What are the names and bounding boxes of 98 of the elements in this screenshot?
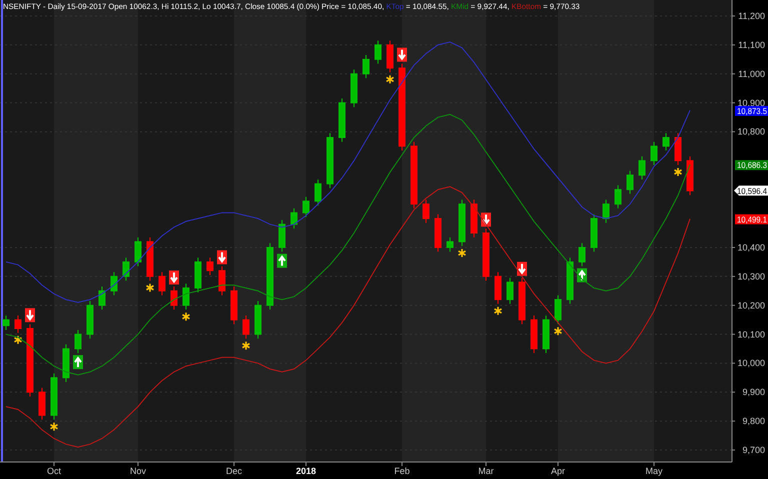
candlestick bbox=[350, 69, 358, 108]
candlestick bbox=[62, 344, 70, 383]
down-arrow-icon bbox=[169, 270, 179, 285]
candlestick bbox=[422, 199, 430, 224]
x-tick-label: Mar bbox=[478, 466, 494, 476]
y-tick-label: 10,900 bbox=[737, 98, 765, 108]
down-arrow-icon bbox=[25, 308, 35, 322]
x-tick-label: 2018 bbox=[296, 466, 316, 476]
candlestick bbox=[110, 272, 118, 296]
candlestick bbox=[362, 54, 370, 79]
up-arrow-icon bbox=[73, 355, 83, 370]
y-tick-label: 10,200 bbox=[737, 300, 765, 310]
candlestick bbox=[542, 314, 550, 354]
candlestick bbox=[386, 40, 394, 73]
x-tick-label: Dec bbox=[226, 466, 242, 476]
y-tick-label: 10,400 bbox=[737, 242, 765, 252]
candlestick bbox=[182, 283, 190, 310]
candlestick bbox=[158, 272, 166, 296]
y-tick-label: 11,100 bbox=[738, 40, 765, 50]
candlestick bbox=[494, 272, 502, 304]
candlestick bbox=[470, 199, 478, 238]
asterisk-icon bbox=[494, 306, 502, 316]
candlestick bbox=[326, 132, 334, 189]
candlestick bbox=[218, 266, 226, 296]
down-arrow-icon bbox=[397, 48, 407, 62]
price-flag: 10,596.4 bbox=[734, 186, 768, 196]
candlestick bbox=[614, 184, 622, 209]
candlestick bbox=[134, 236, 142, 267]
asterisk-icon bbox=[458, 248, 466, 258]
y-tick-label: 11,000 bbox=[738, 68, 765, 79]
candlestick bbox=[86, 300, 94, 340]
candlestick bbox=[590, 214, 598, 252]
candlestick bbox=[674, 132, 682, 166]
candlestick bbox=[170, 286, 178, 310]
candlestick bbox=[242, 314, 250, 340]
candlestick bbox=[314, 178, 322, 206]
candlestick bbox=[74, 329, 82, 354]
candlestick bbox=[302, 196, 310, 218]
candlestick bbox=[2, 314, 10, 330]
candlestick bbox=[566, 257, 574, 304]
x-tick-label: Apr bbox=[551, 466, 565, 476]
down-arrow-icon bbox=[217, 250, 227, 264]
y-tick-label: 10,800 bbox=[737, 126, 765, 137]
y-tick-label: 10,100 bbox=[737, 329, 765, 340]
asterisk-icon bbox=[674, 167, 682, 177]
candlestick bbox=[686, 156, 694, 196]
x-tick-label: Feb bbox=[394, 466, 410, 476]
asterisk-icon bbox=[146, 282, 154, 293]
y-tick-label: 9,900 bbox=[742, 387, 765, 398]
x-tick-label: Oct bbox=[47, 466, 61, 476]
candlestick bbox=[266, 242, 274, 310]
asterisk-icon bbox=[242, 340, 250, 350]
candlestick bbox=[446, 236, 454, 252]
asterisk-icon bbox=[14, 335, 22, 345]
candlestick bbox=[650, 141, 658, 166]
y-tick-label: 9,800 bbox=[742, 416, 765, 426]
down-arrow-icon bbox=[481, 212, 491, 227]
candlestick bbox=[554, 294, 562, 325]
candlestick bbox=[578, 242, 586, 267]
asterisk-icon bbox=[386, 74, 394, 84]
candlestick bbox=[278, 219, 286, 252]
candlestick bbox=[482, 228, 490, 282]
candlestick bbox=[230, 286, 238, 325]
y-tick-label: 10,000 bbox=[737, 358, 765, 368]
candlestick bbox=[638, 156, 646, 180]
x-tick-label: Nov bbox=[130, 466, 146, 476]
candlestick bbox=[290, 208, 298, 230]
candlestick bbox=[146, 236, 154, 282]
value-flag: 10,686.3 bbox=[735, 160, 768, 170]
candlestick bbox=[254, 300, 262, 340]
y-tick-label: 11,200 bbox=[738, 10, 765, 21]
asterisk-icon bbox=[554, 326, 562, 336]
candlestick bbox=[38, 387, 46, 420]
candlestick bbox=[602, 199, 610, 224]
candlestick bbox=[506, 277, 514, 304]
candlestick bbox=[410, 141, 418, 209]
x-tick-label: May bbox=[646, 466, 662, 476]
asterisk-icon bbox=[50, 422, 58, 432]
candlestick bbox=[122, 257, 130, 282]
candlestick bbox=[530, 314, 538, 354]
candlestick bbox=[374, 40, 382, 64]
y-tick-label: 10,300 bbox=[737, 271, 765, 282]
value-flag: 10,499.1 bbox=[735, 214, 768, 224]
candlestick bbox=[458, 199, 466, 247]
candlestick bbox=[14, 314, 22, 334]
candlestick bbox=[626, 170, 634, 194]
y-tick-label: 9,700 bbox=[742, 445, 765, 456]
up-arrow-icon bbox=[277, 254, 287, 268]
candlestick bbox=[434, 214, 442, 252]
candlestick bbox=[518, 277, 526, 325]
value-flag: 10,873.5 bbox=[735, 106, 768, 116]
candlestick bbox=[98, 286, 106, 310]
asterisk-icon bbox=[182, 312, 190, 322]
candlestick bbox=[662, 132, 670, 152]
candlestick bbox=[194, 257, 202, 293]
candlestick bbox=[50, 372, 58, 420]
candlestick bbox=[206, 257, 214, 276]
candlestick bbox=[338, 98, 346, 142]
